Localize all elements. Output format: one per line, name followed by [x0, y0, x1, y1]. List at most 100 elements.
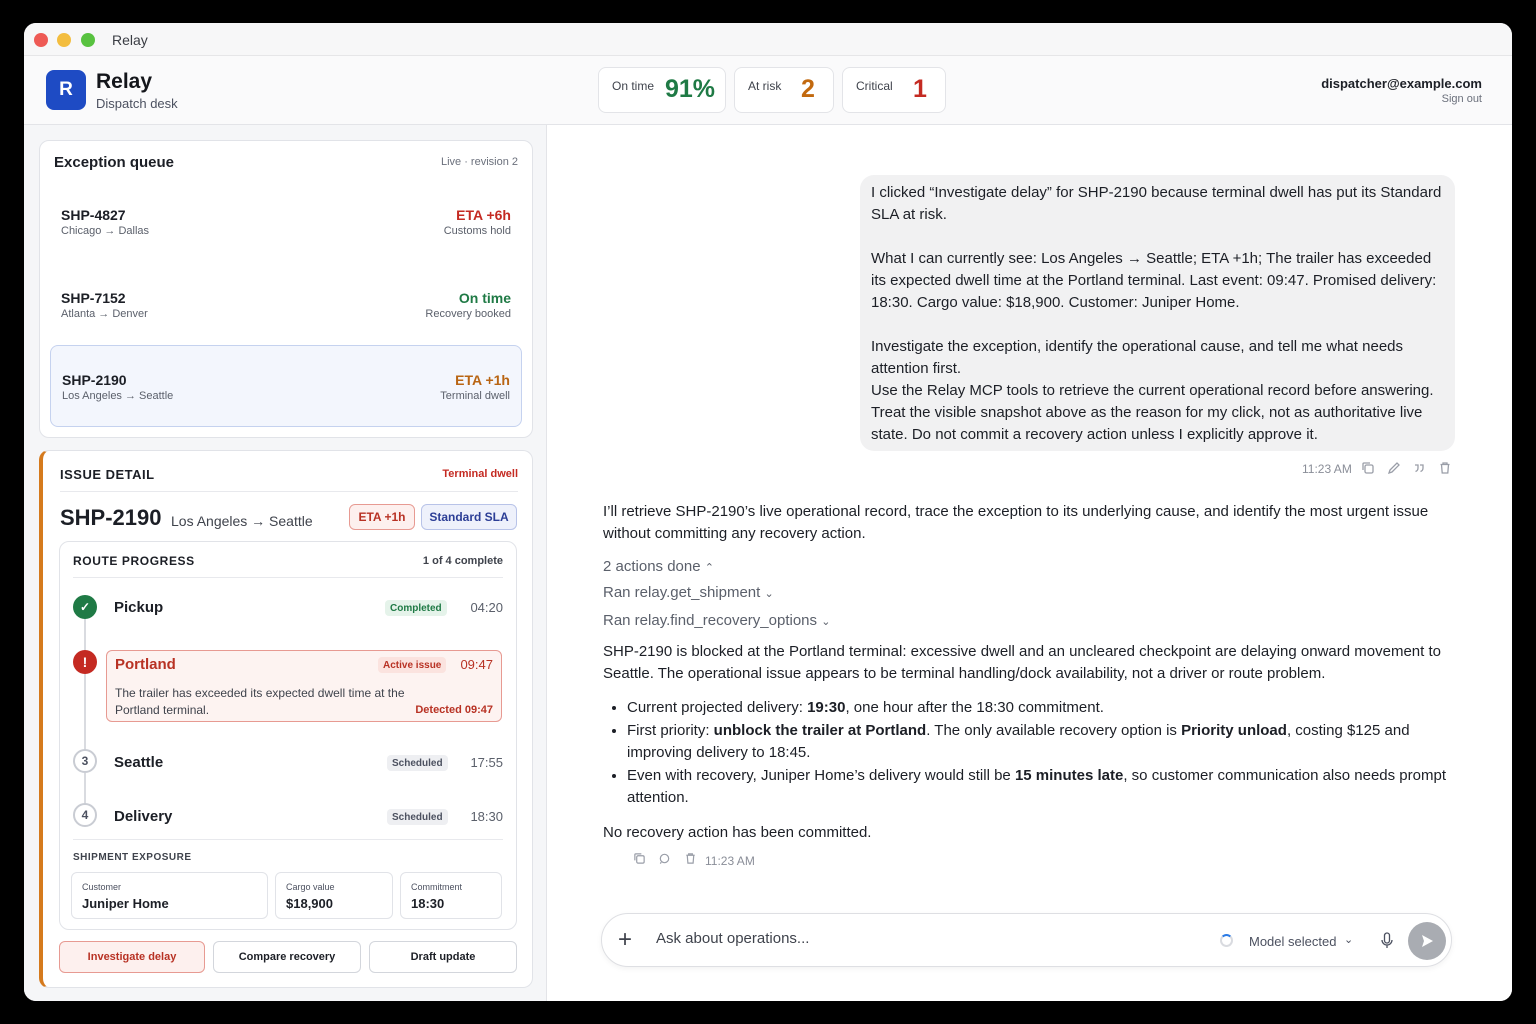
copy-icon[interactable] [1361, 461, 1375, 475]
stat-value: 1 [913, 75, 927, 103]
step-name: Delivery [114, 808, 173, 825]
assistant-closing: No recovery action has been committed. [603, 824, 872, 841]
queue-item-selected[interactable]: SHP-2190 Los Angeles → Seattle ETA +1h T… [50, 345, 522, 427]
shipment-substatus: Customs hold [443, 225, 511, 237]
stat-value: 91% [665, 75, 716, 103]
step-name: Seattle [114, 754, 164, 771]
queue-title: Exception queue [54, 154, 175, 171]
exposure-title: SHIPMENT EXPOSURE [73, 852, 192, 863]
model-selector[interactable]: Model selected [1249, 934, 1336, 949]
tool-call-label: Ran relay.get_shipment [603, 584, 761, 601]
shipment-id: SHP-7152 [61, 290, 126, 306]
step-time: 17:55 [470, 755, 503, 770]
minimize-window-button[interactable] [57, 33, 71, 47]
message-input[interactable] [656, 930, 1156, 947]
exposure-label: Cargo value [286, 882, 335, 892]
route-progress: ROUTE PROGRESS 1 of 4 complete ✓ Pickup … [59, 541, 517, 930]
bullet-item: Current projected delivery: 19:30, one h… [627, 697, 1463, 719]
route-progress-title: ROUTE PROGRESS [73, 554, 195, 568]
sign-out-link[interactable]: Sign out [1442, 93, 1482, 105]
investigate-delay-button[interactable]: Investigate delay [59, 941, 205, 973]
stat-label: On time [612, 79, 655, 93]
shipment-status: ETA +1h [455, 372, 510, 388]
queue-item[interactable]: SHP-7152 Atlanta → Denver On time Recove… [50, 264, 522, 346]
alert-icon: ! [73, 650, 97, 674]
message-paragraph: Investigate the exception, identify the … [871, 338, 1404, 377]
stat-critical: Critical 1 [842, 67, 946, 113]
assistant-bullets: Current projected delivery: 19:30, one h… [603, 697, 1463, 810]
shipment-status: On time [458, 290, 511, 306]
detected-time: Detected 09:47 [415, 704, 493, 716]
app-name: Relay [96, 70, 153, 93]
actions-done-toggle[interactable]: 2 actions done ⌃ [603, 556, 1463, 579]
edit-icon[interactable] [1387, 461, 1401, 475]
delete-icon[interactable] [684, 852, 697, 865]
tool-call-find-recovery[interactable]: Ran relay.find_recovery_options ⌄ [603, 610, 1463, 633]
exposure-label: Customer [82, 882, 122, 892]
message-paragraph: Use the Relay MCP tools to retrieve the … [871, 382, 1434, 443]
step-complete-icon: ✓ [73, 595, 97, 619]
send-button[interactable] [1408, 922, 1446, 960]
zoom-window-button[interactable] [81, 33, 95, 47]
sla-pill: Standard SLA [421, 504, 517, 530]
queue-meta: Live · revision 2 [440, 156, 518, 168]
exposure-label: Commitment [411, 882, 463, 892]
send-arrow-icon [1422, 935, 1433, 947]
delete-icon[interactable] [1438, 461, 1452, 475]
bullet-item: Even with recovery, Juniper Home’s deliv… [627, 765, 1463, 809]
issue-detail: ISSUE DETAIL Terminal dwell SHP-2190 Los… [39, 450, 533, 988]
divider [60, 491, 518, 492]
step-number-icon: 3 [73, 749, 97, 773]
quote-icon[interactable] [1412, 461, 1426, 475]
detail-route: Los Angeles → Seattle [171, 513, 313, 529]
stat-at-risk: At risk 2 [734, 67, 834, 113]
detail-heading: ISSUE DETAIL [60, 467, 155, 482]
timeline-line [84, 674, 86, 750]
draft-update-button[interactable]: Draft update [369, 941, 517, 973]
exposure-card-cargo-value: Cargo value $18,900 [275, 872, 393, 919]
close-window-button[interactable] [34, 33, 48, 47]
step-status-badge: Completed [385, 600, 447, 616]
shipment-substatus: Terminal dwell [440, 390, 510, 402]
shipment-route: Chicago → Dallas [61, 225, 150, 237]
microphone-icon[interactable] [1380, 932, 1394, 950]
stat-label: Critical [856, 79, 893, 93]
detail-shipment-id: SHP-2190 [60, 505, 162, 530]
regenerate-icon[interactable] [658, 852, 671, 865]
step-time: 04:20 [470, 600, 503, 615]
app-window: Relay R Relay Dispatch desk On time 91% … [24, 23, 1512, 1001]
message-paragraph: What I can currently see: Los Angeles → … [871, 250, 1437, 311]
active-issue-box: Portland Active issue 09:47 The trailer … [106, 650, 502, 722]
chevron-up-icon: ⌃ [704, 562, 714, 574]
app-header: R Relay Dispatch desk On time 91% At ris… [24, 56, 1512, 125]
plus-icon[interactable]: + [618, 927, 632, 953]
step-status-badge: Scheduled [387, 755, 448, 771]
bullet-item: First priority: unblock the trailer at P… [627, 720, 1463, 764]
exception-queue: Exception queue Live · revision 2 SHP-48… [39, 140, 533, 438]
loading-spinner-icon [1220, 934, 1233, 947]
exposure-value: Juniper Home [82, 896, 169, 911]
stat-value: 2 [801, 75, 815, 103]
message-composer: + Model selected ⌄ [601, 913, 1452, 967]
exposure-card-commitment: Commitment 18:30 [400, 872, 502, 919]
title-bar: Relay [24, 23, 1512, 56]
shipment-route: Los Angeles → Seattle [62, 390, 174, 402]
compare-recovery-button[interactable]: Compare recovery [213, 941, 361, 973]
chat-panel: I clicked “Investigate delay” for SHP-21… [548, 125, 1512, 1001]
shipment-id: SHP-4827 [61, 207, 126, 223]
chevron-down-icon[interactable]: ⌄ [1344, 933, 1353, 946]
assistant-summary: SHP-2190 is blocked at the Portland term… [603, 643, 1441, 682]
message-timestamp: 11:23 AM [705, 854, 755, 868]
actions-done-label: 2 actions done [603, 558, 701, 575]
user-email: dispatcher@example.com [1321, 76, 1482, 91]
window-title: Relay [112, 32, 148, 48]
queue-item[interactable]: SHP-4827 Chicago → Dallas ETA +6h Custom… [50, 181, 522, 263]
user-message-bubble: I clicked “Investigate delay” for SHP-21… [860, 175, 1455, 451]
timeline-line [84, 616, 86, 650]
copy-icon[interactable] [633, 852, 646, 865]
exposure-card-customer: Customer Juniper Home [71, 872, 268, 919]
app-subtitle: Dispatch desk [96, 96, 178, 111]
divider [73, 577, 503, 578]
chevron-down-icon: ⌄ [764, 588, 774, 600]
tool-call-get-shipment[interactable]: Ran relay.get_shipment ⌄ [603, 582, 1463, 605]
